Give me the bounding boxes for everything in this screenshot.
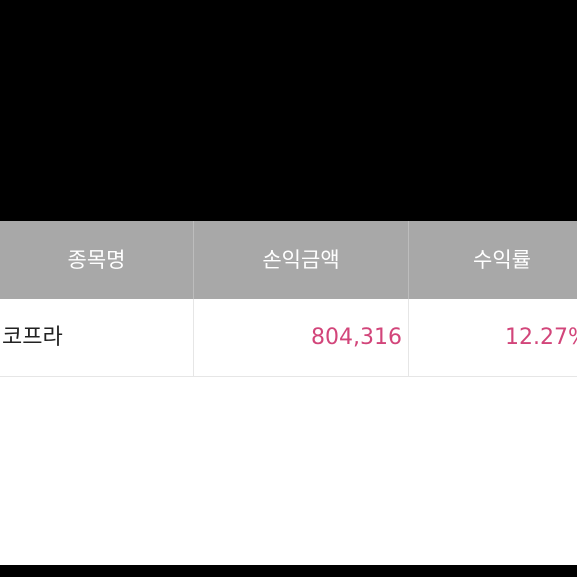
return-rate: 12.27% [505,325,577,350]
bottom-black-area [0,565,577,577]
row-divider [408,299,409,377]
header-return-rate: 수익률 [473,248,531,272]
header-profit-amount: 손익금액 [262,248,340,272]
profit-amount: 804,316 [311,325,402,350]
table-header: 종목명 손익금액 수익률 [0,221,577,299]
table-row[interactable]: 코프라 804,316 12.27% [0,299,577,377]
top-black-area [0,0,577,221]
profit-table: 종목명 손익금액 수익률 코프라 804,316 12.27% [0,221,577,565]
stock-name: 코프라 [2,325,63,350]
header-stock-name: 종목명 [67,248,126,272]
